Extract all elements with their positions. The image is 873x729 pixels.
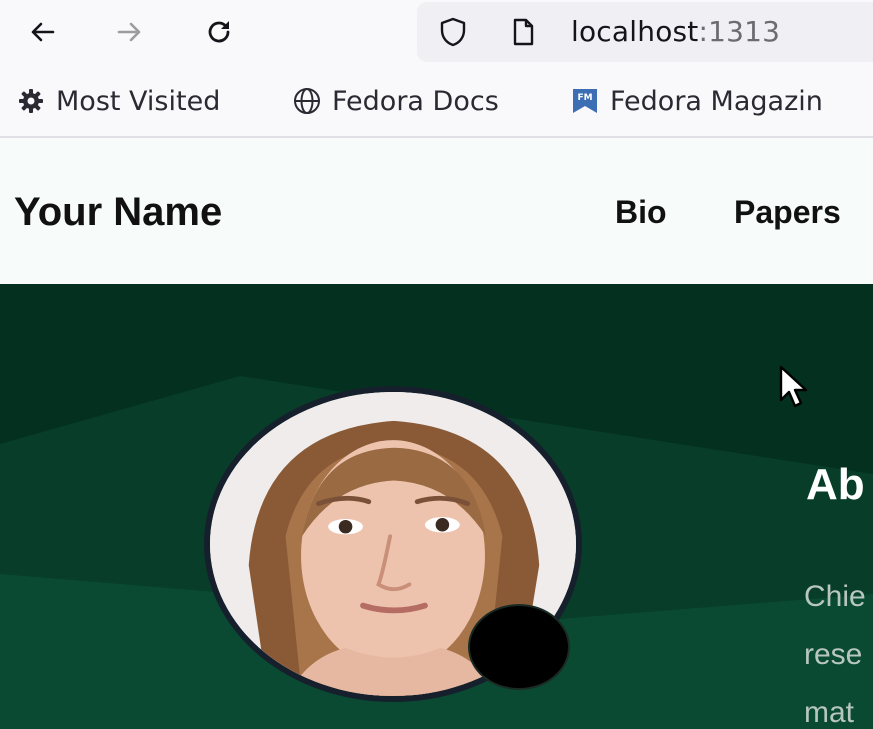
url-text[interactable]: localhost:1313 — [571, 14, 780, 50]
bookmark-fedora-magazine[interactable]: FM Fedora Magazin — [570, 84, 823, 118]
about-heading: Ab — [806, 460, 865, 509]
status-indicator — [468, 604, 570, 690]
back-button[interactable] — [20, 12, 64, 52]
site-title[interactable]: Your Name — [14, 190, 222, 235]
forward-arrow-icon — [117, 22, 141, 42]
about-line: rese — [804, 638, 863, 671]
reload-button[interactable] — [197, 12, 241, 52]
nav-link-bio[interactable]: Bio — [615, 194, 667, 231]
fedora-magazine-icon: FM — [573, 89, 597, 113]
avatar — [204, 386, 584, 704]
globe-icon — [294, 88, 320, 114]
bookmark-label: Fedora Docs — [332, 85, 499, 117]
bookmark-fedora-docs[interactable]: Fedora Docs — [292, 84, 499, 118]
bookmark-label: Most Visited — [56, 85, 221, 117]
about-line: Chie — [804, 580, 866, 613]
url-host: localhost — [571, 15, 699, 48]
url-bar[interactable]: localhost:1313 — [417, 2, 873, 62]
bookmarks-bar: Most Visited Fedora Docs FM Fedora Magaz… — [0, 64, 873, 138]
bookmark-most-visited[interactable]: Most Visited — [16, 84, 220, 118]
gear-icon — [19, 89, 43, 113]
nav-link-papers[interactable]: Papers — [734, 194, 841, 231]
page-icon — [507, 16, 539, 48]
forward-button[interactable] — [108, 12, 152, 52]
bookmark-label: Fedora Magazin — [610, 85, 823, 117]
back-arrow-icon — [31, 22, 55, 42]
shield-icon[interactable] — [437, 16, 469, 48]
hero-section: Ab Chie rese mat — [0, 284, 873, 729]
url-port: :1313 — [698, 15, 781, 48]
svg-text:FM: FM — [577, 93, 592, 103]
site-header: Your Name Bio Papers — [0, 138, 873, 284]
about-text: Chie rese mat — [804, 568, 873, 729]
browser-toolbar: localhost:1313 — [0, 0, 873, 64]
mouse-cursor-icon — [779, 365, 808, 408]
reload-icon — [208, 21, 230, 43]
about-line: mat — [804, 696, 855, 729]
